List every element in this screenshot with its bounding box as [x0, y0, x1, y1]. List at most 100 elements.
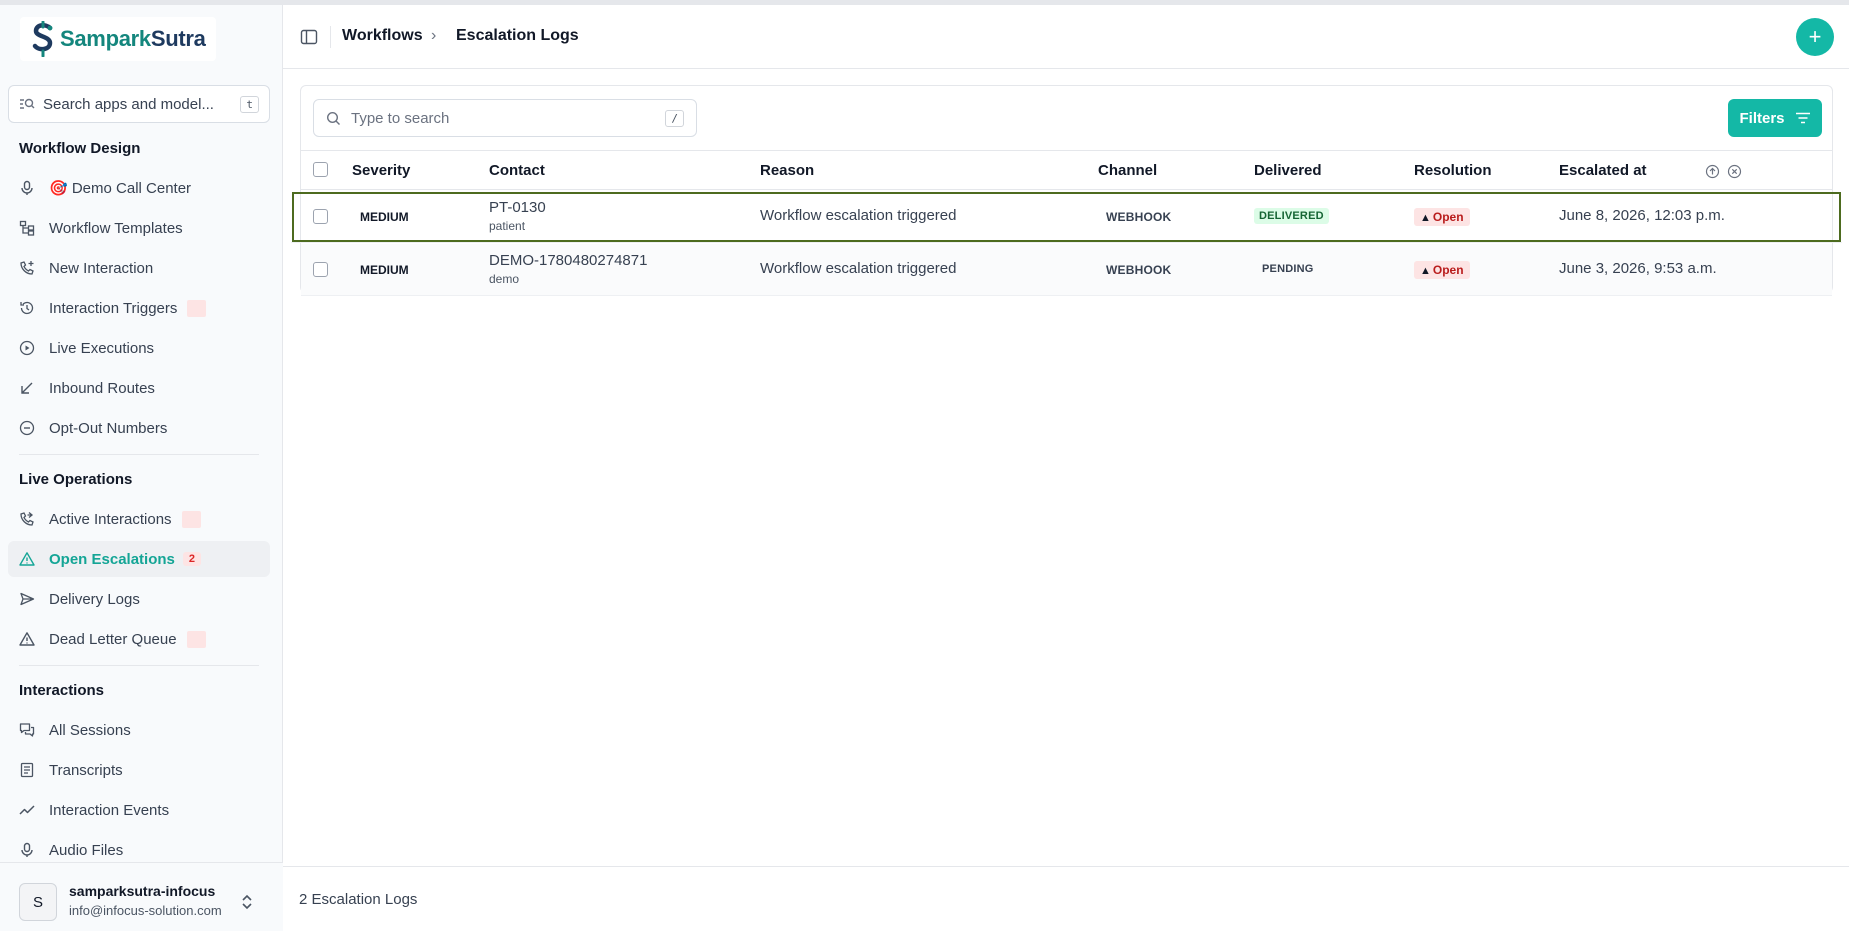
table-row[interactable]: MEDIUM DEMO-1780480274871 demo Workflow … — [301, 244, 1832, 296]
sidebar-search-placeholder: Search apps and model... — [43, 95, 214, 113]
column-header-severity[interactable]: Severity — [352, 162, 410, 179]
sidebar-item-opt-out-numbers[interactable]: Opt-Out Numbers — [8, 410, 270, 446]
reason-cell: Workflow escalation triggered — [760, 260, 957, 277]
chevrons-up-down-icon — [242, 894, 252, 910]
filters-button[interactable]: Filters — [1728, 99, 1822, 137]
sidebar-item-label: All Sessions — [49, 721, 131, 739]
sidebar-item-label: Dead Letter Queue — [49, 630, 177, 648]
delivered-status-badge: DELIVERED — [1254, 208, 1329, 224]
sidebar-toggle-icon[interactable] — [300, 28, 318, 46]
severity-cell: MEDIUM — [360, 210, 409, 224]
open-escalations-count-badge: 2 — [182, 552, 201, 566]
row-checkbox[interactable] — [313, 209, 328, 224]
search-list-icon — [20, 98, 35, 109]
escalated-at-cell: June 3, 2026, 9:53 a.m. — [1559, 260, 1717, 277]
delivered-status-badge: PENDING — [1262, 263, 1314, 275]
minus-circle-icon — [19, 420, 35, 436]
row-checkbox[interactable] — [313, 262, 328, 277]
microphone-icon — [19, 842, 35, 858]
sidebar-item-interaction-triggers[interactable]: Interaction Triggers — [8, 290, 270, 326]
header-separator — [330, 26, 331, 48]
warning-icon: ▲ — [1420, 265, 1431, 277]
sidebar-item-label: Opt-Out Numbers — [49, 419, 168, 437]
logo-mark-icon — [32, 21, 53, 57]
brand-logo[interactable]: SamparkSutra — [20, 17, 216, 61]
sidebar-item-label: Inbound Routes — [49, 379, 155, 397]
column-header-reason[interactable]: Reason — [760, 162, 814, 179]
section-title-live-operations: Live Operations — [19, 471, 133, 488]
trend-icon — [19, 802, 35, 818]
sidebar-divider — [19, 454, 259, 455]
section-title-workflow-design: Workflow Design — [19, 140, 141, 157]
empty-count-badge — [181, 510, 201, 528]
sidebar-item-label: Live Executions — [49, 339, 155, 357]
sidebar-search-input[interactable]: Search apps and model... t — [8, 85, 270, 123]
brand-name: SamparkSutra — [60, 26, 206, 51]
filters-label: Filters — [1739, 109, 1785, 127]
sidebar-item-all-sessions[interactable]: All Sessions — [8, 712, 270, 748]
sidebar-item-open-escalations[interactable]: Open Escalations 2 — [8, 541, 270, 577]
microphone-icon — [19, 180, 35, 196]
sidebar-item-label: Open Escalations — [49, 550, 175, 568]
sidebar-item-label: Delivery Logs — [49, 590, 140, 608]
column-header-escalated-at[interactable]: Escalated at — [1559, 162, 1647, 179]
page-title: Escalation Logs — [456, 27, 579, 44]
avatar: S — [19, 883, 57, 921]
sidebar-item-demo-call-center[interactable]: 🎯 Demo Call Center — [8, 170, 270, 206]
sidebar: SamparkSutra Search apps and model... t … — [0, 5, 283, 931]
warning-icon: ▲ — [1420, 212, 1431, 224]
table-row[interactable]: MEDIUM PT-0130 patient Workflow escalati… — [291, 191, 1842, 243]
reason-cell: Workflow escalation triggered — [760, 207, 957, 224]
sidebar-item-label: Interaction Events — [49, 801, 170, 819]
resolution-status-badge: ▲ Open — [1414, 208, 1470, 226]
record-count: 2 Escalation Logs — [299, 891, 418, 908]
sidebar-item-label: Audio Files — [49, 841, 124, 859]
document-icon — [19, 762, 35, 778]
table-header: Severity Contact Reason Channel Delivere… — [301, 150, 1832, 190]
sidebar-item-active-interactions[interactable]: Active Interactions — [8, 501, 270, 537]
sidebar-item-new-interaction[interactable]: New Interaction — [8, 250, 270, 286]
user-account-menu[interactable]: S samparksutra-infocus info@infocus-solu… — [0, 862, 283, 931]
sort-ascending-icon[interactable] — [1705, 164, 1720, 179]
user-email: info@infocus-solution.com — [69, 903, 222, 918]
column-header-contact[interactable]: Contact — [489, 162, 545, 179]
table-search-input[interactable]: Type to search / — [313, 99, 697, 137]
column-header-channel[interactable]: Channel — [1098, 162, 1157, 179]
sidebar-item-delivery-logs[interactable]: Delivery Logs — [8, 581, 270, 617]
contact-type: patient — [489, 219, 526, 233]
add-button[interactable]: + — [1796, 18, 1834, 56]
sidebar-item-label: 🎯 Demo Call Center — [49, 180, 192, 197]
sidebar-item-inbound-routes[interactable]: Inbound Routes — [8, 370, 270, 406]
chat-icon — [19, 722, 35, 738]
select-all-checkbox[interactable] — [313, 162, 328, 177]
table-search-placeholder: Type to search — [351, 109, 450, 127]
sidebar-item-dead-letter-queue[interactable]: Dead Letter Queue — [8, 621, 270, 657]
sidebar-item-label: Workflow Templates — [49, 219, 183, 237]
arrow-down-left-icon — [19, 380, 35, 396]
sidebar-item-label: Interaction Triggers — [49, 299, 178, 317]
phone-plus-icon — [19, 260, 35, 276]
play-circle-icon — [19, 340, 35, 356]
column-header-resolution[interactable]: Resolution — [1414, 162, 1492, 179]
contact-id: PT-0130 — [489, 199, 546, 216]
chevron-right-icon: › — [431, 27, 437, 44]
sidebar-item-live-executions[interactable]: Live Executions — [8, 330, 270, 366]
sidebar-item-workflow-templates[interactable]: Workflow Templates — [8, 210, 270, 246]
filter-lines-icon — [1795, 112, 1810, 124]
sidebar-item-interaction-events[interactable]: Interaction Events — [8, 792, 270, 828]
contact-type: demo — [489, 272, 520, 286]
empty-count-badge — [186, 630, 206, 648]
breadcrumb-workflows[interactable]: Workflows — [342, 27, 423, 45]
empty-count-badge — [187, 299, 207, 317]
contact-id: DEMO-1780480274871 — [489, 252, 648, 269]
clear-sort-icon[interactable] — [1727, 164, 1742, 179]
column-header-delivered[interactable]: Delivered — [1254, 162, 1322, 179]
sidebar-item-transcripts[interactable]: Transcripts — [8, 752, 270, 788]
severity-cell: MEDIUM — [360, 263, 409, 277]
search-shortcut-key: / — [665, 109, 684, 127]
top-header: Workflows › Escalation Logs + — [283, 5, 1849, 69]
section-title-interactions: Interactions — [19, 682, 105, 699]
phone-forward-icon — [19, 511, 35, 527]
send-icon — [19, 591, 35, 607]
user-name: samparksutra-infocus — [69, 883, 216, 899]
